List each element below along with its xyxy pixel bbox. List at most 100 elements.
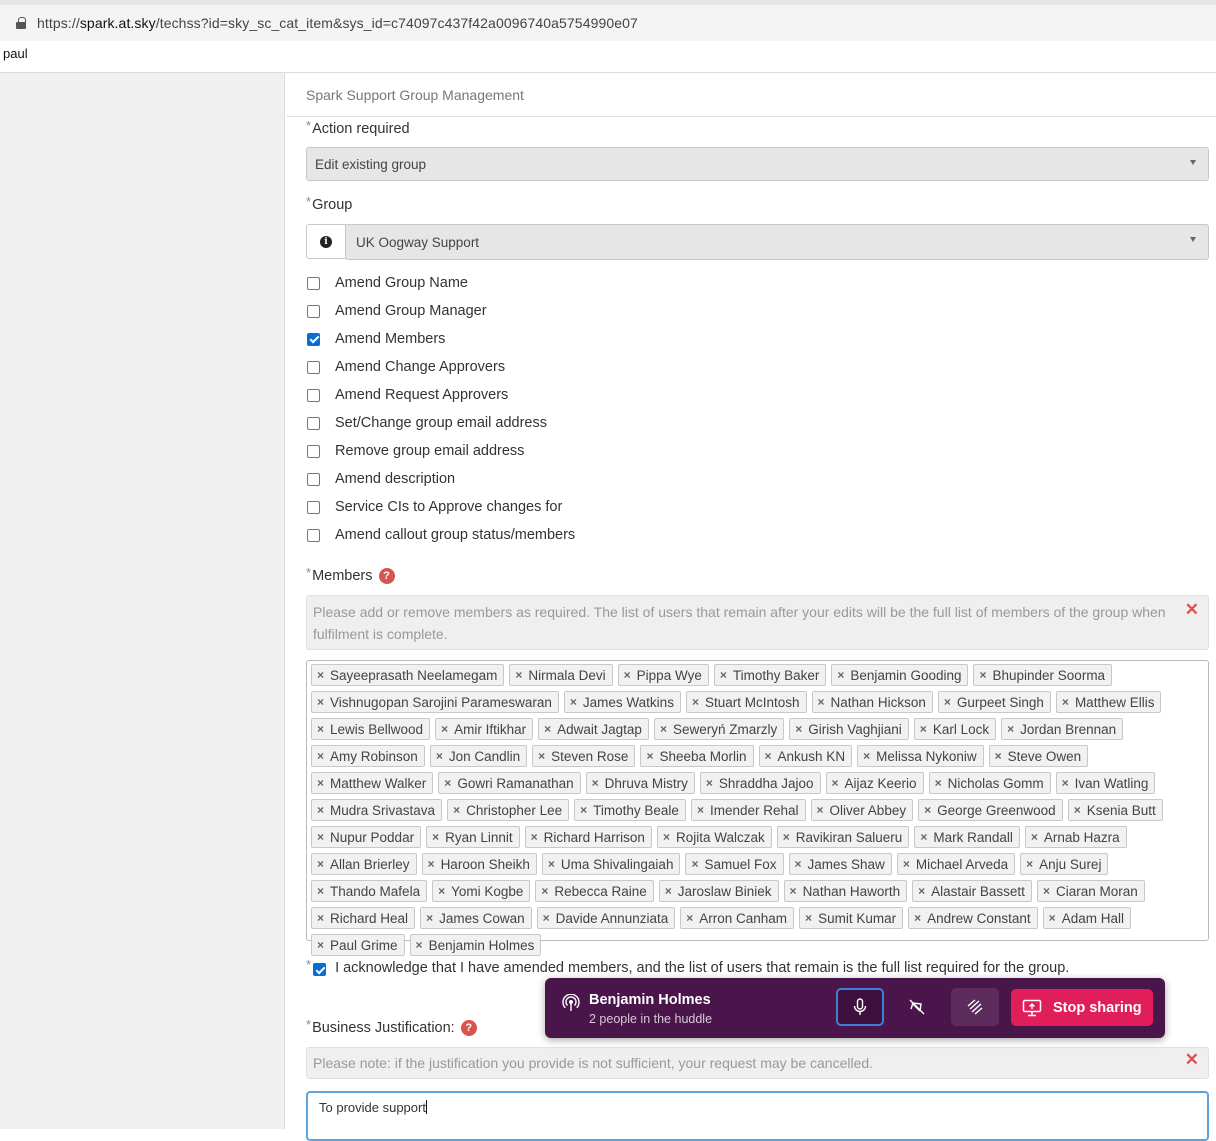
- member-chip[interactable]: × Nirmala Devi: [509, 664, 613, 686]
- member-chip[interactable]: × Ankush KN: [758, 745, 853, 767]
- checkbox[interactable]: [307, 500, 320, 514]
- member-chip[interactable]: × Oliver Abbey: [810, 799, 914, 821]
- member-chip[interactable]: × Stuart McIntosh: [685, 691, 807, 713]
- remove-member-icon[interactable]: ×: [426, 911, 433, 925]
- member-chip[interactable]: × Shraddha Jajoo: [699, 772, 821, 794]
- remove-member-icon[interactable]: ×: [863, 749, 870, 763]
- remove-member-icon[interactable]: ×: [920, 830, 927, 844]
- close-icon[interactable]: ✕: [1185, 1049, 1199, 1071]
- member-chip[interactable]: × Davide Annunziata: [536, 907, 676, 929]
- member-chip[interactable]: × Richard Heal: [311, 907, 416, 929]
- option-amend-members[interactable]: Amend Members: [307, 329, 445, 349]
- acknowledge-row[interactable]: * I acknowledge that I have amended memb…: [306, 957, 1069, 976]
- acknowledge-checkbox[interactable]: [313, 963, 327, 976]
- member-chip[interactable]: × Melissa Nykoniw: [857, 745, 984, 767]
- option-set-group-email[interactable]: Set/Change group email address: [307, 413, 547, 433]
- option-remove-group-email[interactable]: Remove group email address: [307, 441, 524, 461]
- remove-member-icon[interactable]: ×: [317, 803, 324, 817]
- member-chip[interactable]: × Sayeeprasath Neelamegam: [311, 664, 505, 686]
- remove-member-icon[interactable]: ×: [317, 722, 324, 736]
- remove-member-icon[interactable]: ×: [903, 857, 910, 871]
- remove-member-icon[interactable]: ×: [706, 776, 713, 790]
- members-list-field[interactable]: × Sayeeprasath Neelamegam × Nirmala Devi × Pi…: [306, 660, 1209, 956]
- member-chip[interactable]: × Gurpeet Singh: [937, 691, 1051, 713]
- member-chip[interactable]: × Thando Mafela: [311, 880, 428, 902]
- member-chip[interactable]: × Dhruva Mistry: [585, 772, 695, 794]
- remove-member-icon[interactable]: ×: [548, 857, 555, 871]
- remove-member-icon[interactable]: ×: [979, 668, 986, 682]
- remove-member-icon[interactable]: ×: [441, 722, 448, 736]
- remove-member-icon[interactable]: ×: [783, 830, 790, 844]
- remove-member-icon[interactable]: ×: [765, 749, 772, 763]
- member-chip[interactable]: × Rojita Walczak: [656, 826, 772, 848]
- member-chip[interactable]: × James Cowan: [420, 907, 532, 929]
- remove-member-icon[interactable]: ×: [686, 911, 693, 925]
- remove-member-icon[interactable]: ×: [720, 668, 727, 682]
- help-icon[interactable]: ?: [378, 568, 395, 584]
- remove-member-icon[interactable]: ×: [317, 911, 324, 925]
- remove-member-icon[interactable]: ×: [1049, 911, 1056, 925]
- remove-member-icon[interactable]: ×: [914, 911, 921, 925]
- member-chip[interactable]: × Ryan Linnit: [426, 826, 520, 848]
- remove-member-icon[interactable]: ×: [935, 776, 942, 790]
- member-chip[interactable]: × Ciaran Moran: [1036, 880, 1145, 902]
- remove-member-icon[interactable]: ×: [317, 776, 324, 790]
- remove-member-icon[interactable]: ×: [944, 695, 951, 709]
- remove-member-icon[interactable]: ×: [317, 830, 324, 844]
- member-chip[interactable]: × Arnab Hazra: [1024, 826, 1127, 848]
- member-chip[interactable]: × Anju Surej: [1020, 853, 1109, 875]
- option-amend-callout-group[interactable]: Amend callout group status/members: [307, 525, 575, 545]
- checkbox[interactable]: [307, 276, 320, 290]
- remove-member-icon[interactable]: ×: [697, 803, 704, 817]
- member-chip[interactable]: × Mudra Srivastava: [311, 799, 443, 821]
- member-chip[interactable]: × Richard Harrison: [524, 826, 652, 848]
- member-chip[interactable]: × Vishnugopan Sarojini Parameswaran: [311, 691, 559, 713]
- checkbox[interactable]: [307, 360, 320, 374]
- member-chip[interactable]: × Adwait Jagtap: [538, 718, 649, 740]
- member-chip[interactable]: × Matthew Walker: [311, 772, 434, 794]
- member-chip[interactable]: × James Shaw: [788, 853, 892, 875]
- option-amend-description[interactable]: Amend description: [307, 469, 455, 489]
- remove-member-icon[interactable]: ×: [317, 884, 324, 898]
- remove-member-icon[interactable]: ×: [570, 695, 577, 709]
- member-chip[interactable]: × Matthew Ellis: [1055, 691, 1162, 713]
- remove-member-icon[interactable]: ×: [805, 911, 812, 925]
- microphone-button[interactable]: [836, 988, 884, 1026]
- remove-member-icon[interactable]: ×: [1062, 776, 1069, 790]
- checkbox[interactable]: [307, 444, 320, 458]
- group-info-button[interactable]: i: [306, 224, 346, 259]
- option-service-cis[interactable]: Service CIs to Approve changes for: [307, 497, 562, 517]
- remove-member-icon[interactable]: ×: [580, 803, 587, 817]
- member-chip[interactable]: × Timothy Beale: [574, 799, 686, 821]
- member-chip[interactable]: × Ivan Watling: [1055, 772, 1156, 794]
- remove-member-icon[interactable]: ×: [790, 884, 797, 898]
- remove-member-icon[interactable]: ×: [531, 830, 538, 844]
- remove-member-icon[interactable]: ×: [663, 830, 670, 844]
- url-text[interactable]: https://spark.at.sky/techss?id=sky_sc_ca…: [37, 15, 638, 31]
- member-chip[interactable]: × Pippa Wye: [617, 664, 709, 686]
- member-chip[interactable]: × Benjamin Gooding: [831, 664, 969, 686]
- member-chip[interactable]: × Bhupinder Soorma: [973, 664, 1113, 686]
- remove-member-icon[interactable]: ×: [444, 776, 451, 790]
- member-chip[interactable]: × Arron Canham: [680, 907, 795, 929]
- member-chip[interactable]: × Rebecca Raine: [535, 880, 654, 902]
- member-chip[interactable]: × Paul Grime: [311, 934, 405, 956]
- member-chip[interactable]: × Seweryń Zmarzly: [653, 718, 785, 740]
- member-chip[interactable]: × James Watkins: [563, 691, 681, 713]
- draw-button[interactable]: [951, 988, 999, 1026]
- member-chip[interactable]: × Nathan Hickson: [811, 691, 933, 713]
- option-amend-group-name[interactable]: Amend Group Name: [307, 273, 468, 293]
- remove-member-icon[interactable]: ×: [665, 884, 672, 898]
- member-chip[interactable]: × Ksenia Butt: [1067, 799, 1163, 821]
- remove-member-icon[interactable]: ×: [817, 803, 824, 817]
- member-chip[interactable]: × Nicholas Gomm: [928, 772, 1051, 794]
- remove-member-icon[interactable]: ×: [995, 749, 1002, 763]
- group-select[interactable]: UK Oogway Support: [345, 224, 1209, 260]
- remove-member-icon[interactable]: ×: [795, 857, 802, 871]
- remove-member-icon[interactable]: ×: [436, 749, 443, 763]
- remove-member-icon[interactable]: ×: [837, 668, 844, 682]
- remove-member-icon[interactable]: ×: [691, 857, 698, 871]
- remove-member-icon[interactable]: ×: [317, 695, 324, 709]
- close-icon[interactable]: ✕: [1185, 599, 1199, 621]
- remove-member-icon[interactable]: ×: [1026, 857, 1033, 871]
